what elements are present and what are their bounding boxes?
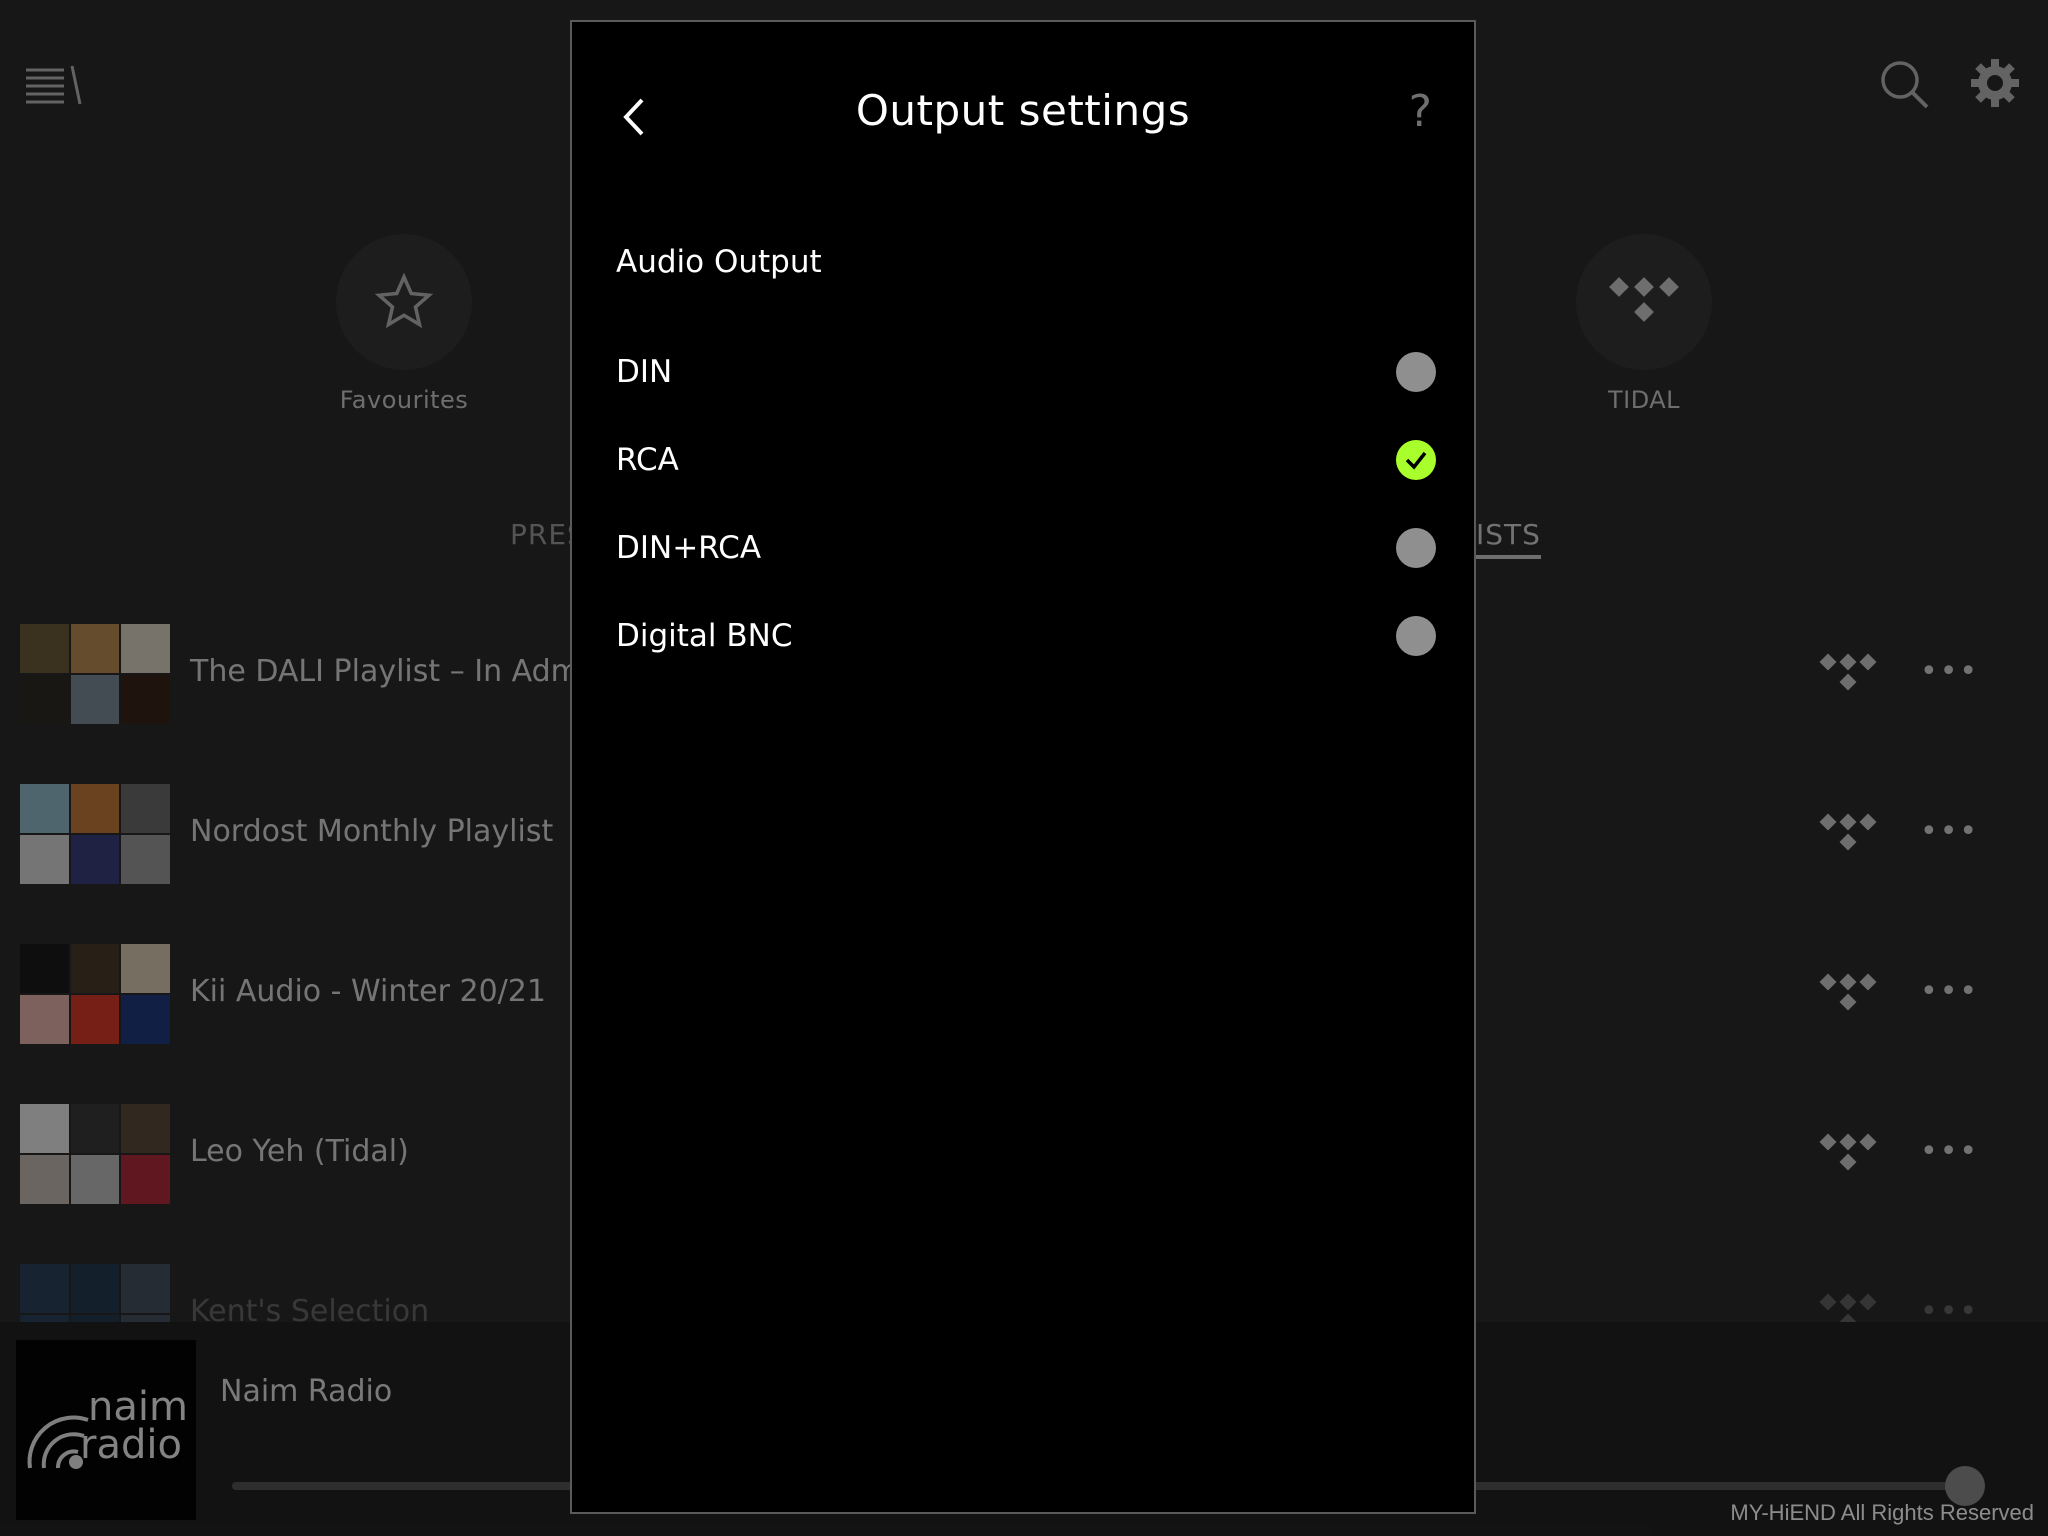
gear-icon[interactable]	[1970, 58, 2020, 108]
station-logo: naim radio	[16, 1340, 196, 1520]
station-name: Naim Radio	[220, 1374, 393, 1409]
artwork-tile	[121, 1264, 170, 1313]
more-options-button[interactable]: •••	[1920, 1134, 1979, 1169]
more-options-button[interactable]: •••	[1920, 814, 1979, 849]
checkmark-icon	[1405, 451, 1427, 470]
source-tidal[interactable]: TIDAL	[1574, 234, 1714, 414]
tidal-icon	[1819, 973, 1877, 1011]
artwork-tile	[70, 1104, 120, 1153]
artwork-tile	[121, 835, 170, 884]
tidal-icon	[1819, 813, 1877, 851]
artwork-tile	[70, 1264, 120, 1313]
radio-unselected[interactable]	[1396, 616, 1436, 656]
artwork-tile	[121, 995, 170, 1044]
output-option[interactable]: Digital BNC	[616, 606, 1436, 666]
artwork-tile	[70, 944, 120, 993]
artwork-tile	[70, 784, 120, 833]
tidal-icon	[1609, 277, 1679, 322]
artwork-tile	[20, 1104, 69, 1153]
artwork-tile	[20, 995, 69, 1044]
artwork-tile	[20, 835, 69, 884]
option-label: Digital BNC	[616, 618, 793, 654]
playlist-artwork	[20, 1104, 170, 1204]
playlist-title: Kii Audio - Winter 20/21	[190, 974, 546, 1009]
artwork-tile	[121, 784, 170, 833]
option-label: DIN	[616, 354, 673, 390]
artwork-tile	[20, 944, 69, 993]
source-circle	[336, 234, 472, 370]
tab-playlists[interactable]: ISTS	[1476, 518, 1541, 559]
watermark: MY-HiEND All Rights Reserved	[1730, 1500, 2034, 1525]
output-option[interactable]: DIN+RCA	[616, 518, 1436, 578]
output-option[interactable]: RCA	[616, 430, 1436, 490]
star-icon	[374, 272, 434, 329]
source-label: Favourites	[339, 386, 469, 414]
help-button[interactable]: ?	[1409, 86, 1432, 137]
output-settings-dialog: Output settings ? Audio Output DIN RCA DIN…	[570, 20, 1476, 1514]
radio-unselected[interactable]	[1396, 352, 1436, 392]
artwork-tile	[121, 1104, 170, 1153]
playlist-artwork	[20, 624, 170, 724]
source-label: TIDAL	[1607, 386, 1681, 414]
radio-unselected[interactable]	[1396, 528, 1436, 568]
radio-selected[interactable]	[1396, 440, 1436, 480]
option-label: RCA	[616, 442, 679, 478]
playlist-title: Leo Yeh (Tidal)	[190, 1134, 409, 1169]
source-favourites[interactable]: Favourites	[334, 234, 474, 414]
artwork-tile	[70, 995, 120, 1044]
artwork-tile	[121, 624, 170, 673]
artwork-tile	[121, 944, 170, 993]
more-options-button[interactable]: •••	[1920, 974, 1979, 1009]
artwork-tile	[121, 1155, 170, 1204]
output-option[interactable]: DIN	[616, 342, 1436, 402]
artwork-tile	[70, 1155, 120, 1204]
tidal-icon	[1819, 1133, 1877, 1171]
section-label: Audio Output	[616, 244, 822, 280]
library-menu-icon[interactable]	[24, 64, 88, 112]
more-options-button[interactable]: •••	[1920, 654, 1979, 689]
playlist-artwork	[20, 784, 170, 884]
playlist-title: The DALI Playlist – In Admira	[190, 654, 619, 689]
artwork-tile	[20, 624, 69, 673]
playlist-artwork	[20, 944, 170, 1044]
dialog-title: Output settings	[855, 86, 1191, 135]
artwork-tile	[20, 1155, 69, 1204]
playlist-title: Nordost Monthly Playlist	[190, 814, 554, 849]
logo-text-radio: radio	[80, 1422, 182, 1468]
artwork-tile	[20, 784, 69, 833]
tidal-icon	[1819, 653, 1877, 691]
search-icon[interactable]	[1878, 58, 1930, 110]
artwork-tile	[121, 675, 170, 724]
artwork-tile	[70, 835, 120, 884]
artwork-tile	[20, 1264, 69, 1313]
source-circle	[1576, 234, 1712, 370]
artwork-tile	[70, 624, 120, 673]
option-label: DIN+RCA	[616, 530, 762, 566]
artwork-tile	[20, 675, 69, 724]
artwork-tile	[70, 675, 120, 724]
